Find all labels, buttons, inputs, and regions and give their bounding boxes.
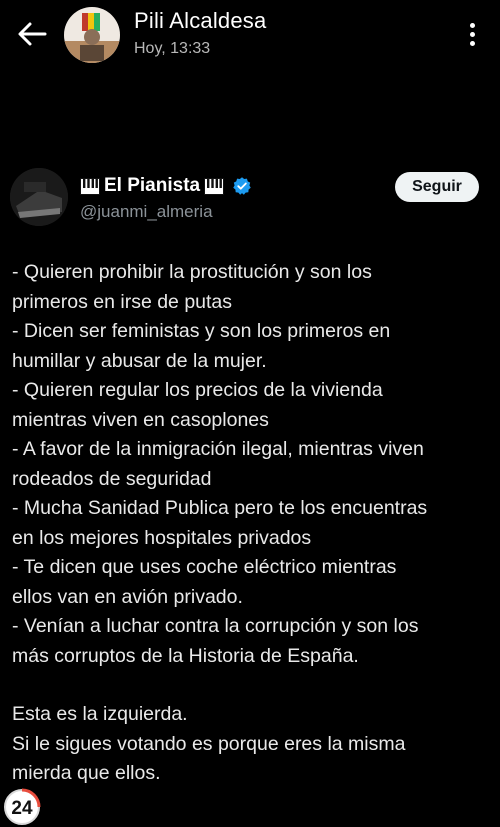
tweet-line: humillar y abusar de la mujer. [12, 349, 267, 372]
tweet-line: - Quieren prohibir la prostitución y son… [12, 261, 372, 283]
tweet-line: - Venían a luchar contra la corrupción y… [12, 615, 419, 637]
tweet-line: Si le sigues votando es porque eres la m… [12, 732, 406, 755]
verified-badge-icon [233, 177, 251, 195]
message-timestamp: Hoy, 13:33 [134, 40, 211, 57]
author-avatar[interactable] [10, 168, 68, 226]
news-24-logo-icon: 24 [4, 788, 41, 825]
tweet-line: - A favor de la inmigración ilegal, mien… [12, 438, 424, 460]
more-options-button[interactable] [460, 18, 484, 50]
tweet-card: El Pianista @juanmi_almeria Seguir - Qui… [0, 150, 500, 827]
piano-keys-icon [80, 177, 100, 195]
author-handle[interactable]: @juanmi_almeria [80, 202, 213, 222]
tweet-line: mierda que ellos. [12, 762, 161, 784]
tweet-line: Esta es la izquierda. [12, 703, 188, 725]
tweet-line: en los mejores hospitales privados [12, 526, 312, 549]
follow-button[interactable]: Seguir [395, 172, 479, 202]
arrow-left-icon [18, 22, 47, 46]
tweet-line: - Quieren regular los precios de la vivi… [12, 379, 383, 401]
tweet-line: más corruptos de la Historia de España. [12, 644, 359, 667]
contact-name: Pili Alcaldesa [134, 8, 267, 33]
author-name-text: El Pianista [104, 175, 201, 196]
tweet-line: primeros en irse de putas [12, 290, 233, 313]
tweet-line: - Mucha Sanidad Publica pero te los encu… [12, 497, 428, 519]
author-display-name[interactable]: El Pianista [80, 175, 252, 197]
avatar-photo [64, 7, 120, 63]
more-vertical-icon [469, 22, 475, 28]
piano-keys-icon [204, 177, 225, 195]
back-button[interactable] [14, 18, 50, 50]
tweet-line: - Te dicen que uses coche eléctrico mien… [12, 556, 397, 578]
tweet-line: mientras viven en casoplones [12, 408, 269, 431]
watermark-text: 24 [11, 798, 33, 819]
tweet-line: - Dicen ser feministas y son los primero… [12, 320, 391, 342]
chat-header: Pili Alcaldesa Hoy, 13:33 [0, 0, 500, 72]
tweet-text: - Quieren prohibir la prostitución y son… [12, 258, 492, 789]
contact-avatar[interactable] [64, 7, 120, 63]
screen: Pili Alcaldesa Hoy, 13:33 El Pianista @j… [0, 0, 500, 827]
tweet-line: rodeados de seguridad [12, 467, 212, 490]
tweet-line: ellos van en avión privado. [12, 585, 243, 608]
avatar-photo [10, 168, 68, 226]
